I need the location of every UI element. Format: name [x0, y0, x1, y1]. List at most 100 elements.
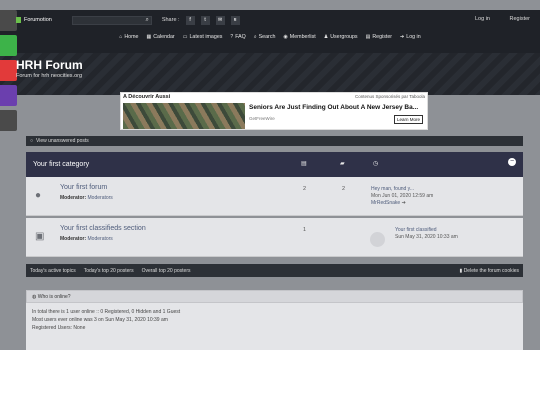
- nav-latest-images[interactable]: ▭ Latest images: [183, 31, 223, 42]
- login-icon: ➔: [400, 33, 405, 40]
- category-title[interactable]: Your first category: [33, 161, 89, 168]
- forum-moderator: Moderator: Moderators: [60, 195, 113, 201]
- collapse-category-button[interactable]: −: [508, 158, 516, 166]
- unanswered-posts-link[interactable]: View unanswered posts: [36, 138, 89, 144]
- email-icon[interactable]: ✉: [215, 15, 225, 25]
- moderator-link[interactable]: Moderators: [88, 236, 113, 242]
- main-navbar: ⌂ Home ▦ Calendar ▭ Latest images ? FAQ ⌕ Sea…: [0, 31, 540, 42]
- nav-usergroups[interactable]: ♟ Usergroups: [324, 31, 358, 42]
- forum-read-icon: ●: [35, 190, 42, 201]
- groups-icon: ♟: [323, 33, 329, 40]
- goto-last-post-icon[interactable]: ➔: [402, 200, 406, 206]
- nav-faq[interactable]: ? FAQ: [230, 31, 245, 42]
- nav-label: Register: [372, 33, 393, 40]
- rss-icon[interactable]: ʀ: [230, 15, 240, 25]
- login-link[interactable]: Log in: [475, 16, 490, 22]
- online-record-text: Most users ever online was 3 on Sun May …: [32, 317, 168, 323]
- forum-links-bar: Today's active topics Today's top 20 pos…: [26, 264, 523, 277]
- twitter-icon[interactable]: t: [200, 15, 210, 25]
- nav-label: Home: [124, 33, 139, 40]
- last-post-title-link[interactable]: Hey man, found y...: [371, 186, 433, 193]
- todays-active-topics-link[interactable]: Today's active topics: [30, 268, 76, 274]
- ad-sponsor-label[interactable]: Contenus Sponsorisés par Taboola: [355, 94, 425, 100]
- todays-top-posters-link[interactable]: Today's top 20 posters: [84, 268, 134, 274]
- side-tab-3[interactable]: [0, 60, 17, 81]
- side-tab-5[interactable]: [0, 110, 17, 131]
- forum-row: ▣ Your first classifieds section Moderat…: [26, 218, 523, 257]
- facebook-icon[interactable]: f: [185, 15, 195, 25]
- online-registered-text: Registered Users: None: [32, 325, 86, 331]
- help-icon: ?: [230, 33, 234, 40]
- forum-moderator: Moderator: Moderators: [60, 236, 113, 242]
- nav-label: Latest images: [189, 33, 223, 40]
- online-total-text: In total there is 1 user online :: 0 Reg…: [32, 309, 181, 315]
- last-post-user-link[interactable]: MrRedSnake: [371, 200, 400, 206]
- forum-title-link[interactable]: Your first forum: [60, 184, 107, 191]
- unanswered-icon: ○: [30, 138, 34, 144]
- site-title[interactable]: HRH Forum: [16, 58, 83, 72]
- unanswered-posts-bar: ○ View unanswered posts: [26, 136, 523, 146]
- nav-label: Calendar: [153, 33, 175, 40]
- forum-title-link[interactable]: Your first classifieds section: [60, 225, 146, 232]
- topics-column-icon: ▤: [301, 161, 307, 167]
- who-is-online-body: In total there is 1 user online :: 0 Reg…: [26, 303, 523, 350]
- nav-calendar[interactable]: ▦ Calendar: [146, 31, 174, 42]
- delete-cookies-label: Delete the forum cookies: [463, 267, 519, 274]
- nav-label: Memberlist: [289, 33, 316, 40]
- nav-home[interactable]: ⌂ Home: [119, 31, 138, 42]
- site-description: Forum for hrh neocities.org: [16, 73, 83, 79]
- calendar-icon: ▦: [146, 33, 152, 40]
- last-post-column-icon: ◷: [373, 161, 379, 167]
- last-post: Your first classified Sun May 31, 2020 1…: [395, 227, 458, 241]
- search-input[interactable]: ⌕: [71, 15, 152, 25]
- last-post-date: Sun May 31, 2020 10:33 am: [395, 234, 458, 240]
- auth-links: Log in Register: [457, 16, 530, 22]
- register-icon: ▤: [365, 33, 371, 40]
- avatar[interactable]: [370, 232, 385, 247]
- trash-icon: ▮: [459, 267, 463, 274]
- ad-header: A Découvrir Aussi Contenus Sponsorisés p…: [121, 93, 427, 101]
- ad-headline[interactable]: Seniors Are Just Finding Out About A New…: [249, 104, 418, 111]
- delete-cookies-link[interactable]: ▮ Delete the forum cookies: [460, 268, 519, 274]
- search-icon[interactable]: ⌕: [145, 17, 148, 24]
- share-label: Share :: [161, 17, 180, 23]
- side-tab-4[interactable]: [0, 85, 17, 106]
- nav-register[interactable]: ▤ Register: [366, 31, 392, 42]
- nav-label: Usergroups: [330, 33, 358, 40]
- topics-count: 1: [303, 227, 307, 233]
- search-icon: ⌕: [253, 33, 257, 40]
- nav-memberlist[interactable]: ◉ Memberlist: [283, 31, 315, 42]
- forumotion-logo-icon: [16, 17, 21, 23]
- moderator-link[interactable]: Moderators: [88, 195, 113, 201]
- image-icon: ▭: [182, 33, 188, 40]
- topics-count: 2: [303, 186, 307, 192]
- register-link[interactable]: Register: [510, 16, 530, 22]
- online-users-icon: ◍: [32, 294, 37, 300]
- members-icon: ◉: [283, 33, 288, 40]
- forum-page: Forumotion ⌕ Share : f t ✉ ʀ Log in Regi…: [0, 0, 540, 350]
- forum-row: ● Your first forum Moderator: Moderators…: [26, 177, 523, 216]
- ad-learn-more-button[interactable]: Learn More: [393, 115, 423, 124]
- moderator-label: Moderator:: [60, 236, 87, 242]
- nav-search[interactable]: ⌕ Search: [254, 31, 276, 42]
- top-navbar: Forumotion ⌕ Share : f t ✉ ʀ Log in Regi…: [0, 10, 540, 30]
- classifieds-icon: ▣: [35, 231, 45, 242]
- ad-header-title: A Découvrir Aussi: [123, 94, 171, 100]
- nav-label: Search: [258, 33, 276, 40]
- sponsored-ad[interactable]: A Découvrir Aussi Contenus Sponsorisés p…: [120, 92, 428, 130]
- last-post: Hey man, found y... Mon Jun 01, 2020 12:…: [371, 186, 433, 207]
- last-post-date: Mon Jun 01, 2020 12:59 am: [371, 193, 434, 199]
- nav-login[interactable]: ➔ Log in: [400, 31, 421, 42]
- ad-image[interactable]: [123, 103, 245, 129]
- who-is-online-header: ◍ Who is online?: [26, 290, 523, 303]
- who-is-online-title[interactable]: Who is online?: [38, 294, 71, 300]
- nav-label: Log in: [406, 33, 421, 40]
- ad-source: GetFreeWire: [249, 116, 275, 121]
- nav-label: FAQ: [235, 33, 246, 40]
- category-header: Your first category ▤ ▰ ◷ −: [26, 152, 523, 177]
- moderator-label: Moderator:: [60, 195, 87, 201]
- home-icon: ⌂: [119, 33, 123, 40]
- brand-link[interactable]: Forumotion: [24, 17, 52, 23]
- overall-top-posters-link[interactable]: Overall top 20 posters: [142, 268, 191, 274]
- last-post-title-link[interactable]: Your first classified: [395, 227, 458, 234]
